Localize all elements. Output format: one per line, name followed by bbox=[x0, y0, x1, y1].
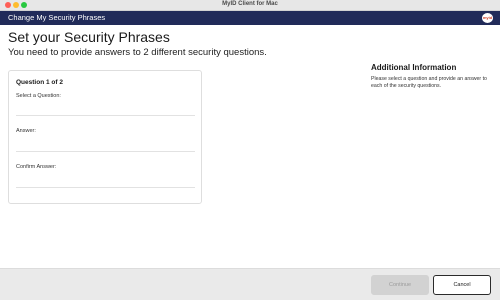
additional-info-heading: Additional Information bbox=[371, 63, 457, 72]
answer-field[interactable] bbox=[16, 138, 195, 152]
select-question-label: Select a Question: bbox=[16, 93, 61, 99]
page-subtitle: You need to provide answers to 2 differe… bbox=[8, 47, 267, 58]
window-title: MyID Client for Mac bbox=[222, 1, 278, 7]
myid-logo-icon: myid bbox=[482, 13, 493, 23]
confirm-answer-field[interactable] bbox=[16, 174, 195, 188]
question-card: Question 1 of 2 Select a Question: Answe… bbox=[8, 70, 202, 204]
app-header-title: Change My Security Phrases bbox=[8, 13, 106, 22]
answer-label: Answer: bbox=[16, 128, 36, 134]
additional-info-text: Please select a question and provide an … bbox=[371, 76, 487, 89]
confirm-answer-label: Confirm Answer: bbox=[16, 164, 57, 170]
continue-button[interactable]: Continue bbox=[371, 275, 429, 295]
page-title: Set your Security Phrases bbox=[8, 29, 170, 45]
select-question-field[interactable] bbox=[16, 102, 195, 116]
footer-bar: Continue Cancel bbox=[0, 268, 500, 300]
window-titlebar: MyID Client for Mac bbox=[0, 0, 500, 11]
cancel-button[interactable]: Cancel bbox=[433, 275, 491, 295]
app-header: Change My Security Phrases myid bbox=[0, 11, 500, 25]
question-heading: Question 1 of 2 bbox=[16, 79, 63, 86]
